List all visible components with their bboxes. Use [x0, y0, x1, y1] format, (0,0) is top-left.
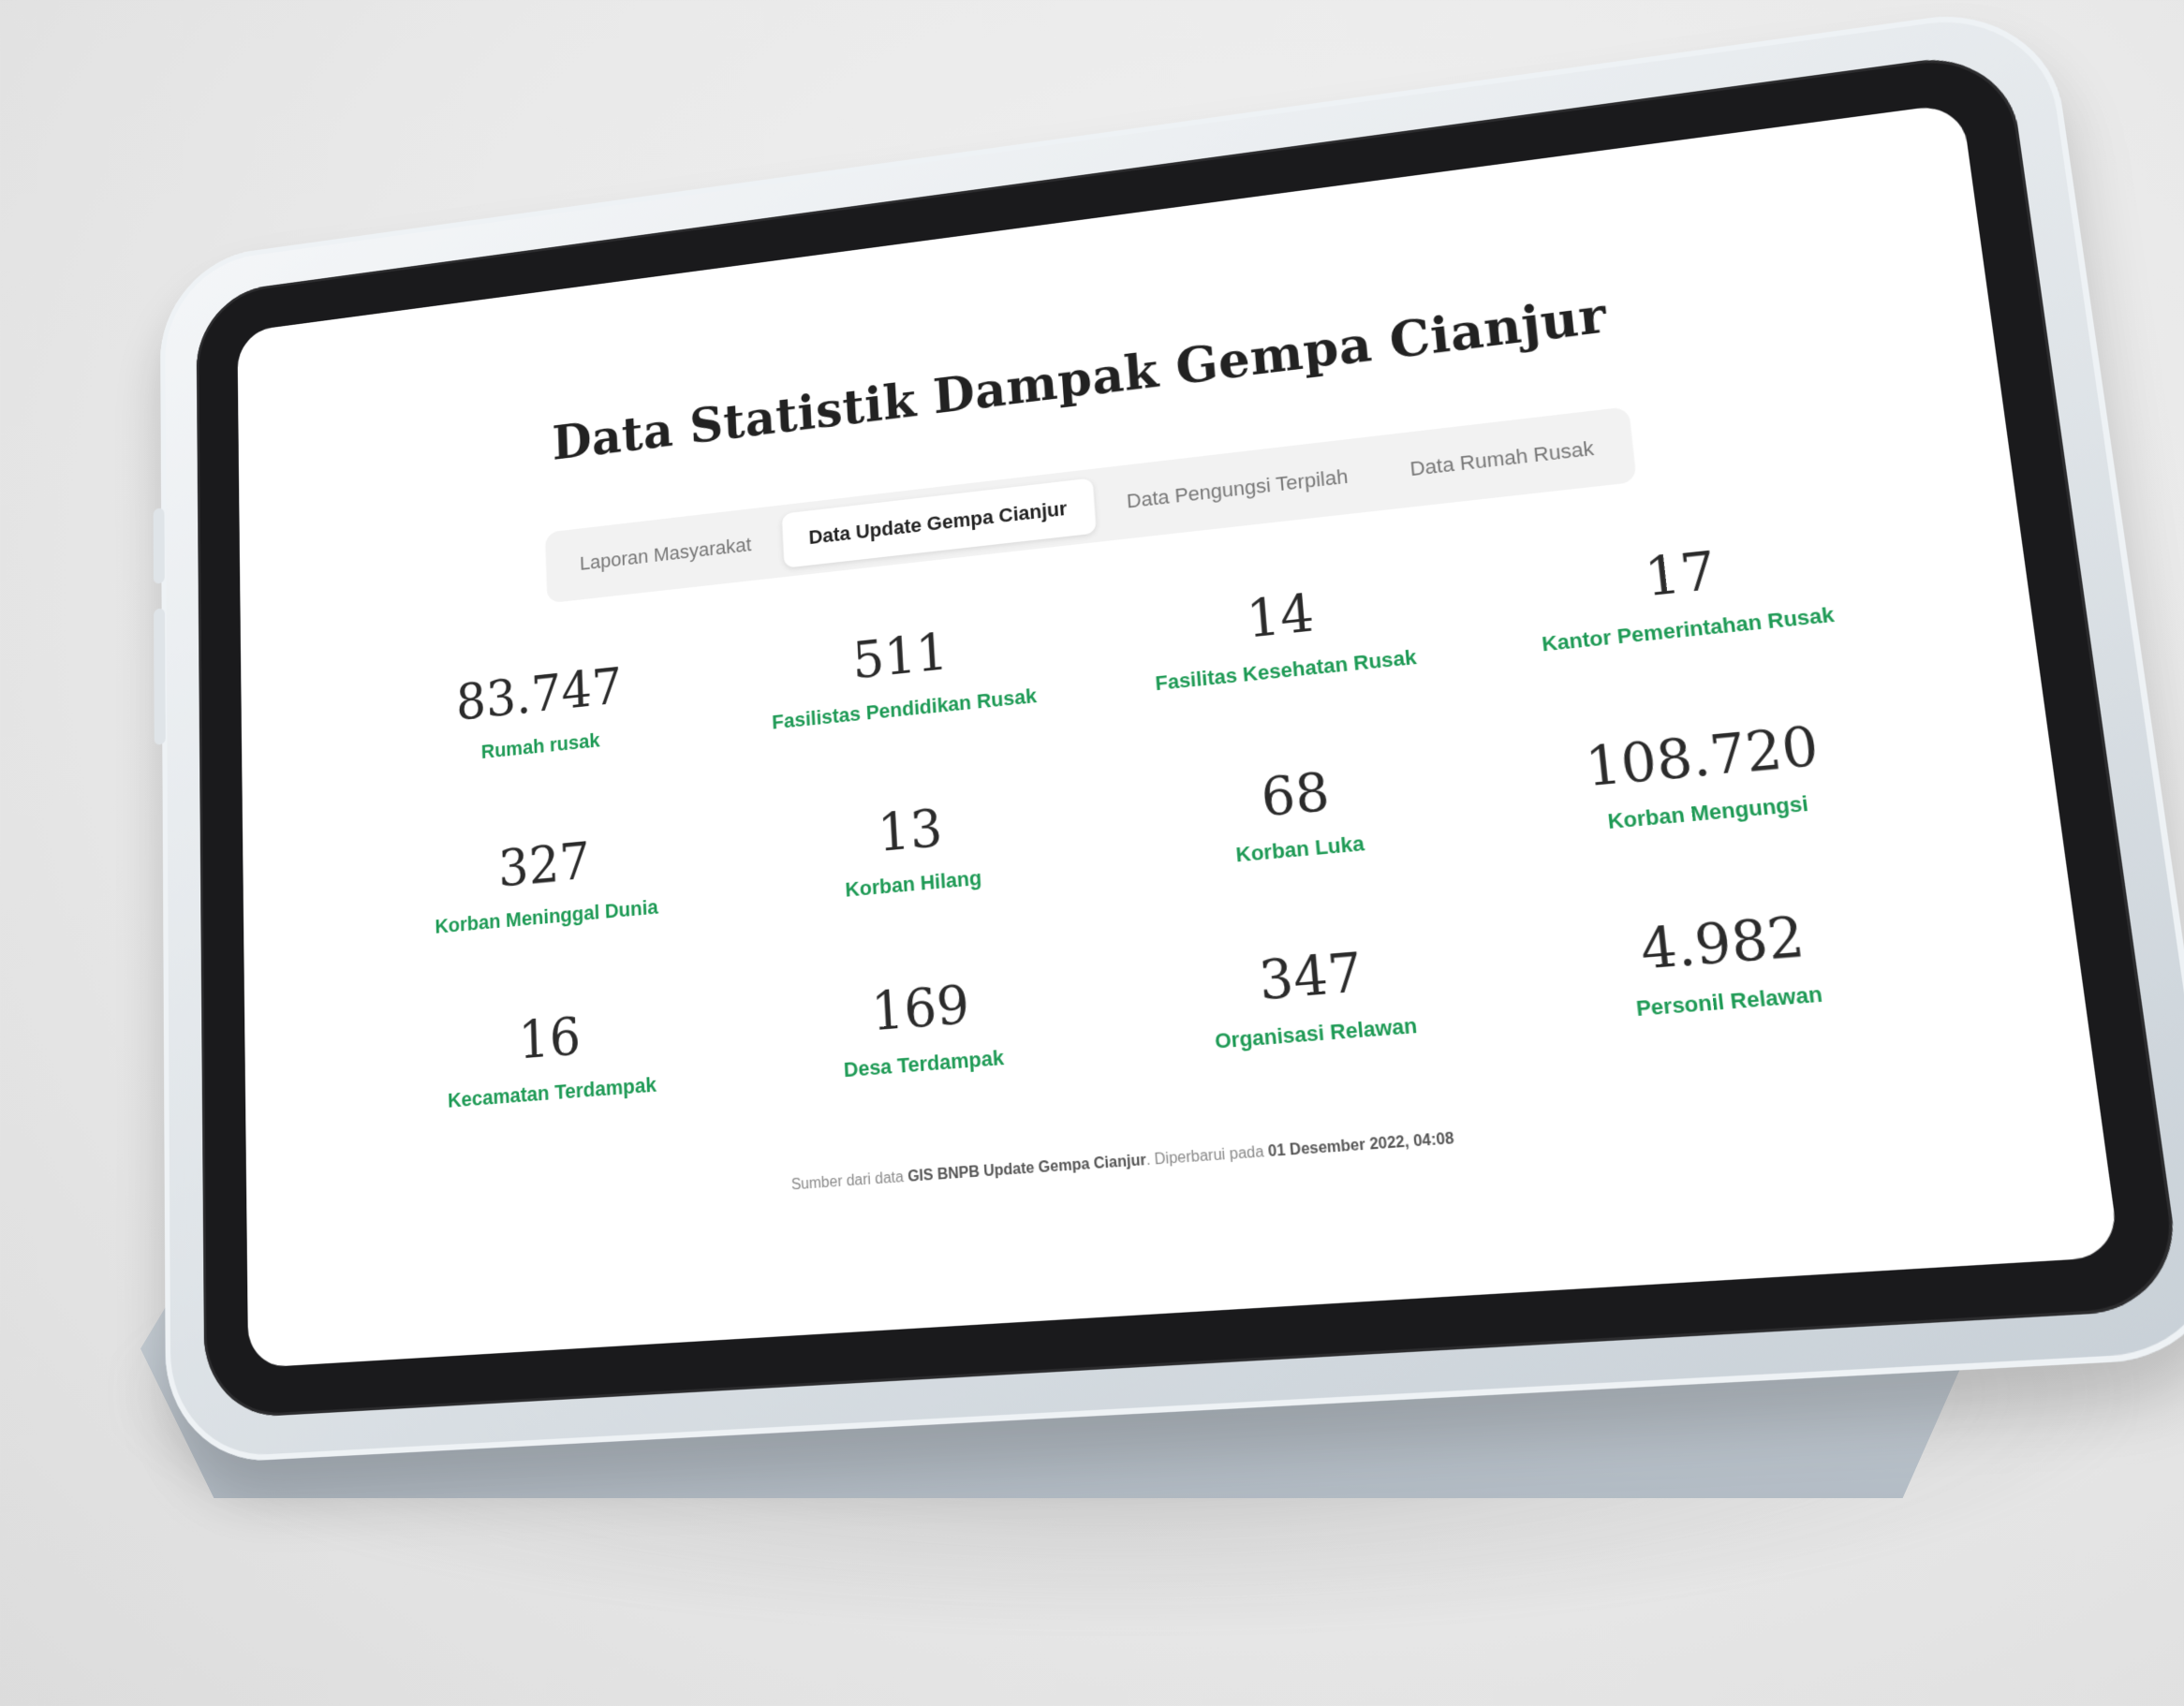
side-button [154, 608, 166, 744]
stat-korban-mengungsi: 108.720 Korban Mengungsi [1513, 710, 1901, 843]
source-updated: 01 Desember 2022, 04:08 [1267, 1130, 1454, 1160]
stat-desa-terdampak: 169 Desa Terdampak [749, 966, 1099, 1090]
source-note: Sumber dari data GIS BNPB Update Gempa C… [246, 1085, 2099, 1232]
stat-value: 16 [388, 997, 716, 1081]
stat-rumah-rusak: 83.747 Rumah rusak [380, 651, 702, 773]
source-prefix: Sumber dari data [791, 1169, 908, 1193]
stat-personil-relawan: 4.982 Personil Relawan [1530, 898, 1925, 1029]
stat-organisasi-relawan: 347 Organisasi Relawan [1129, 933, 1500, 1060]
tablet-device: Data Statistik Dampak Gempa Cianjur Lapo… [160, 2, 2184, 1465]
stat-kantor-pemerintahan-rusak: 17 Kantor Pemerintahan Rusak [1494, 526, 1877, 660]
stat-kecamatan-terdampak: 16 Kecamatan Terdampak [388, 997, 718, 1117]
tab-laporan-masyarakat[interactable]: Laporan Masyarakat [553, 514, 778, 594]
source-middle: . Diperbarui pada [1145, 1143, 1269, 1169]
stat-korban-luka: 68 Korban Luka [1116, 749, 1483, 878]
stat-korban-meninggal-dunia: 327 Korban Meninggal Dunia [384, 822, 710, 943]
tab-data-pengungsi-terpilah[interactable]: Data Pengungsi Terpilah [1098, 446, 1379, 533]
stat-korban-hilang: 13 Korban Hilang [741, 787, 1086, 911]
source-name: GIS BNPB Update Gempa Cianjur [908, 1153, 1147, 1185]
stat-fasilitas-pendidikan-rusak: 511 Fasilistas Pendidikan Rusak [733, 611, 1074, 738]
stat-value: 4.982 [1530, 898, 1919, 990]
stat-value: 169 [749, 966, 1097, 1052]
tablet-bezel: Data Statistik Dampak Gempa Cianjur Lapo… [196, 49, 2184, 1419]
stat-value: 347 [1129, 933, 1497, 1022]
stat-fasilitas-kesehatan-rusak: 14 Fasilitas Kesehatan Rusak [1104, 570, 1465, 700]
side-button [154, 507, 165, 584]
tablet-screen: Data Statistik Dampak Gempa Cianjur Lapo… [237, 103, 2120, 1369]
stats-grid: 83.747 Rumah rusak 511 Fasilistas Pendid… [380, 526, 1925, 1117]
tab-data-update-gempa-cianjur[interactable]: Data Update Gempa Cianjur [781, 478, 1096, 567]
tab-data-rumah-rusak[interactable]: Data Rumah Rusak [1380, 417, 1626, 501]
